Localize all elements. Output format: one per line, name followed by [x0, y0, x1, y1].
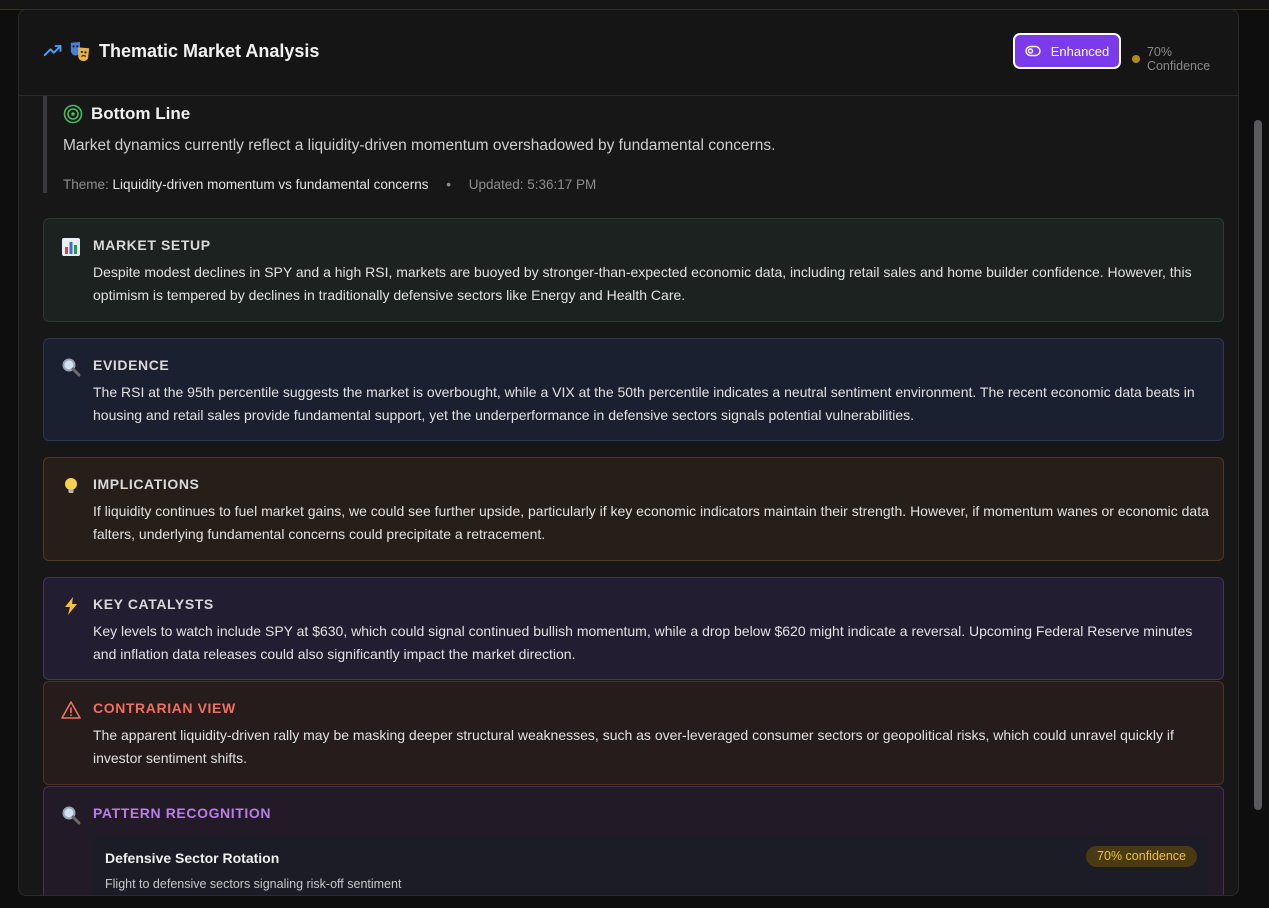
- bottom-line-title: Bottom Line: [91, 104, 191, 123]
- theater-masks-icon: [70, 41, 90, 62]
- theme-label: Theme:: [63, 177, 109, 192]
- card-title: EVIDENCE: [93, 357, 170, 373]
- confidence-indicator: 70% Confidence: [1132, 45, 1238, 73]
- bottom-line-header: Bottom Line: [63, 104, 190, 124]
- card-body: The apparent liquidity-driven rally may …: [93, 727, 1174, 766]
- card-body: The RSI at the 95th percentile suggests …: [93, 384, 1195, 423]
- pattern-confidence-badge: 70% confidence: [1086, 846, 1197, 867]
- card-title: PATTERN RECOGNITION: [93, 805, 272, 821]
- bar-chart-icon: [60, 237, 82, 259]
- contrarian-view-card: CONTRARIAN VIEW The apparent liquidity-d…: [43, 681, 1224, 785]
- theme-value: Liquidity-driven momentum vs fundamental…: [112, 177, 429, 192]
- confidence-text: 70% Confidence: [1146, 45, 1211, 73]
- card-body: Key levels to watch include SPY at $630,…: [93, 623, 1193, 662]
- lightning-icon: [60, 596, 82, 618]
- card-body: If liquidity continues to fuel market ga…: [93, 503, 1209, 542]
- header-title-group: Thematic Market Analysis: [43, 40, 319, 62]
- pattern-description: Flight to defensive sectors signaling ri…: [105, 877, 402, 891]
- card-title: CONTRARIAN VIEW: [93, 700, 236, 716]
- target-icon: [63, 104, 83, 124]
- lightbulb-icon: [60, 476, 82, 498]
- analysis-panel: Thematic Market Analysis Enhanced 70% Co…: [18, 9, 1239, 896]
- bottom-line-meta: Theme: Liquidity-driven momentum vs fund…: [63, 177, 596, 192]
- card-body: Despite modest declines in SPY and a hig…: [93, 264, 1192, 303]
- confidence-dot-icon: [1132, 55, 1140, 63]
- evidence-card: EVIDENCE The RSI at the 95th percentile …: [43, 338, 1224, 441]
- page-title: Thematic Market Analysis: [99, 40, 320, 61]
- card-title: MARKET SETUP: [93, 237, 211, 253]
- updated-time: Updated: 5:36:17 PM: [468, 177, 597, 192]
- pattern-recognition-card: PATTERN RECOGNITION Defensive Sector Rot…: [43, 786, 1224, 895]
- card-title: KEY CATALYSTS: [93, 596, 214, 612]
- magnifier-icon: [60, 805, 82, 827]
- warning-icon: [60, 700, 82, 722]
- card-title: IMPLICATIONS: [93, 476, 200, 492]
- key-catalysts-card: KEY CATALYSTS Key levels to watch includ…: [43, 577, 1224, 680]
- scrollbar-thumb[interactable]: [1254, 120, 1262, 810]
- trending-up-icon: [43, 45, 62, 57]
- enhanced-toggle-button[interactable]: Enhanced: [1013, 33, 1121, 69]
- bottom-line-section: Bottom Line Market dynamics currently re…: [43, 96, 1227, 193]
- panel-header: Thematic Market Analysis Enhanced 70% Co…: [19, 10, 1238, 96]
- market-setup-card: MARKET SETUP Despite modest declines in …: [43, 218, 1224, 322]
- pattern-name: Defensive Sector Rotation: [105, 850, 280, 866]
- bottom-line-text: Market dynamics currently reflect a liqu…: [63, 137, 776, 154]
- implications-card: IMPLICATIONS If liquidity continues to f…: [43, 457, 1224, 561]
- scroll-content[interactable]: Bottom Line Market dynamics currently re…: [19, 96, 1238, 895]
- toggle-icon: [1025, 45, 1041, 57]
- pattern-item[interactable]: Defensive Sector Rotation 70% confidence…: [93, 835, 1209, 895]
- meta-separator: •: [446, 177, 451, 192]
- magnifier-icon: [60, 357, 82, 379]
- enhanced-label: Enhanced: [1050, 43, 1110, 59]
